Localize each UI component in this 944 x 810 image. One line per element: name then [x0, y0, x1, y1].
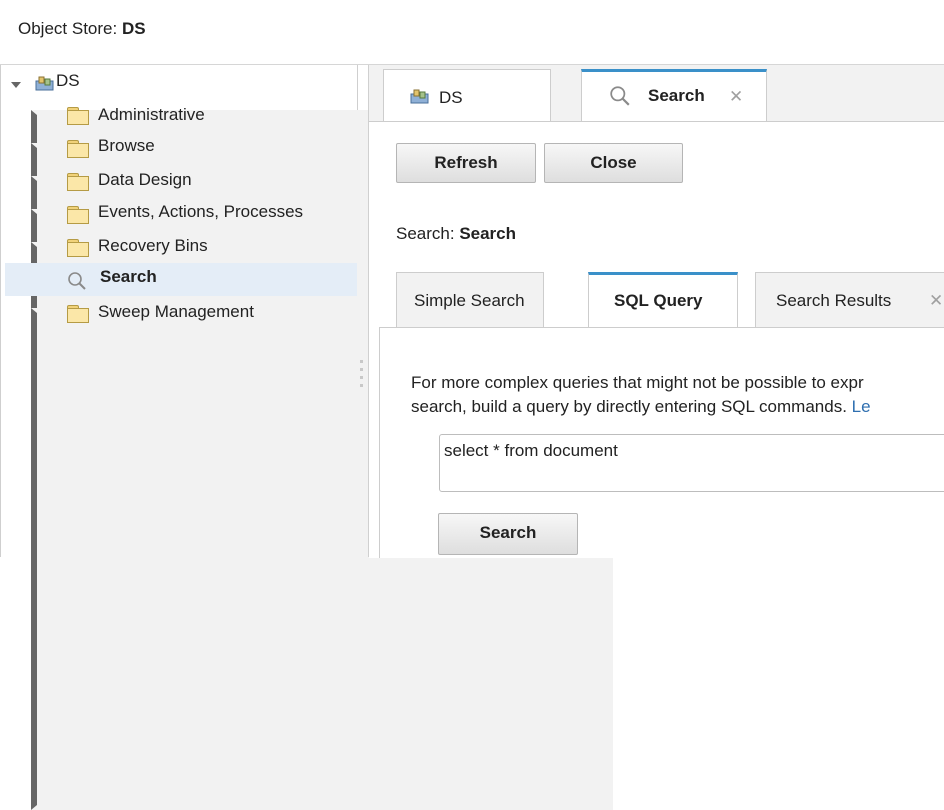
tree-item-label: Sweep Management — [98, 302, 254, 321]
tab-simple-search[interactable]: Simple Search — [396, 272, 544, 328]
folder-icon — [67, 305, 89, 323]
tree-item-events-actions-processes[interactable]: Events, Actions, Processes — [5, 197, 613, 711]
search-button[interactable]: Search — [438, 513, 578, 555]
search-name: Search — [459, 224, 517, 243]
tab-search[interactable]: Search ✕ — [581, 69, 767, 124]
tree-item-administrative[interactable]: Administrative — [5, 98, 613, 612]
tree-item-recovery-bins[interactable]: Recovery Bins — [5, 230, 613, 744]
header-bar: Object Store: DS — [0, 0, 944, 65]
search-name-heading: Search: Search — [396, 224, 517, 243]
tree-item-label: Search — [100, 267, 157, 286]
search-icon — [609, 85, 631, 112]
sql-description-line1: For more complex queries that might not … — [411, 373, 864, 392]
learn-more-link[interactable]: Le — [852, 397, 871, 416]
tree-root-label: DS — [56, 71, 80, 90]
close-button[interactable]: Close — [544, 143, 683, 183]
close-tab-icon[interactable]: ✕ — [729, 87, 743, 107]
tree-item-search[interactable]: Search — [5, 263, 357, 296]
tab-search-results[interactable]: Search Results ✕ — [755, 272, 944, 328]
folder-icon — [67, 206, 89, 224]
tab-label: DS — [439, 88, 463, 107]
main-panel: DS Search ✕ Refresh Close Search: Search… — [368, 65, 944, 558]
tree-item-label: Recovery Bins — [98, 236, 208, 255]
tree-item-browse[interactable]: Browse — [5, 131, 613, 645]
panel-splitter-handle[interactable] — [360, 360, 363, 450]
tree-item-sweep-management[interactable]: Sweep Management — [5, 296, 613, 810]
object-store-icon — [410, 88, 430, 109]
tree-item-label: Data Design — [98, 170, 192, 189]
tab-label: SQL Query — [614, 291, 703, 310]
tab-ds[interactable]: DS — [383, 69, 551, 122]
refresh-button[interactable]: Refresh — [396, 143, 536, 183]
sql-description: For more complex queries that might not … — [411, 371, 871, 419]
tree-root-ds[interactable]: DS — [5, 65, 357, 95]
object-store-title: Object Store: DS — [18, 19, 146, 38]
tab-label: Search — [648, 86, 705, 105]
tree-item-label: Events, Actions, Processes — [98, 202, 304, 221]
tab-label: Search Results — [776, 291, 892, 310]
sql-description-line2: search, build a query by directly enteri… — [411, 397, 871, 416]
tree-item-data-design[interactable]: Data Design — [5, 164, 613, 678]
folder-icon — [67, 140, 89, 158]
sql-query-input[interactable]: select * from document — [439, 434, 944, 492]
object-store-icon — [35, 75, 55, 91]
tree-item-label: Administrative — [98, 105, 205, 124]
search-icon — [67, 271, 87, 296]
navigation-tree: DS Administrative Browse Data Design Eve… — [5, 65, 613, 810]
tab-label: Simple Search — [414, 291, 525, 310]
close-tab-icon[interactable]: ✕ — [929, 291, 943, 311]
tab-sql-query[interactable]: SQL Query — [588, 272, 738, 330]
object-store-name: DS — [121, 19, 146, 38]
folder-icon — [67, 173, 89, 191]
expand-down-icon[interactable] — [11, 82, 21, 88]
folder-icon — [67, 239, 89, 257]
folder-icon — [67, 107, 89, 125]
tree-item-label: Browse — [98, 136, 155, 155]
